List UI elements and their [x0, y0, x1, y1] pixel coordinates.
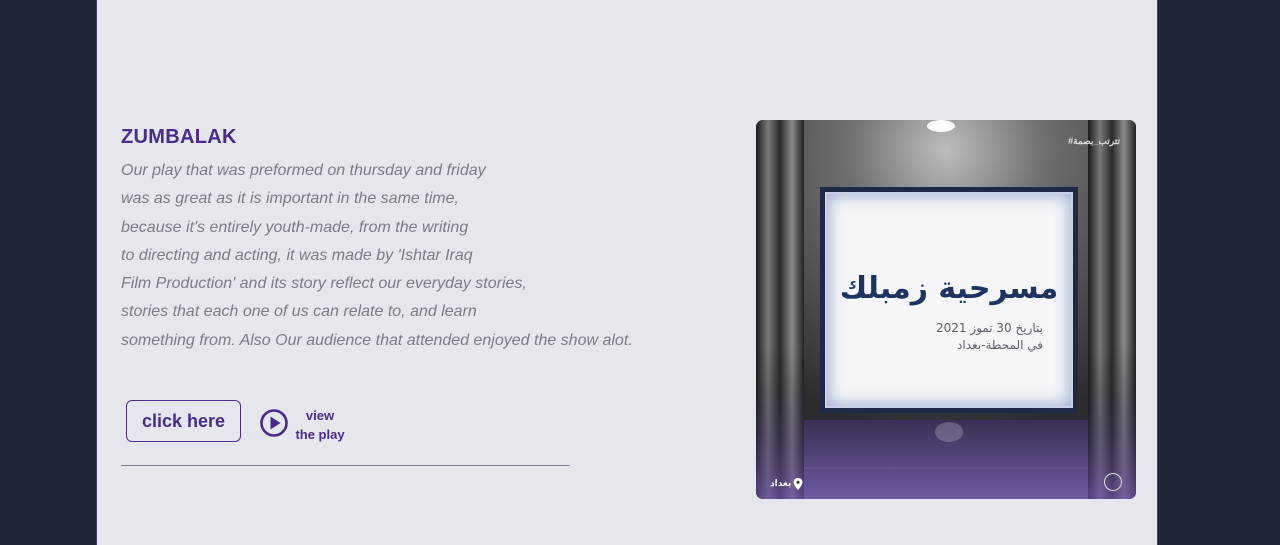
- divider-line: [121, 465, 570, 466]
- description-line: something from. Also Our audience that a…: [121, 331, 633, 349]
- producer-logo-icon: [1104, 473, 1122, 491]
- description-line: because it's entirely youth-made, from t…: [121, 218, 469, 236]
- poster-place: في المحطة-بغداد: [957, 338, 1043, 352]
- description-line: was as great as it is important in the s…: [121, 190, 459, 208]
- click-here-button[interactable]: click here: [126, 400, 241, 442]
- description-line: Film Production' and its story reflect o…: [121, 275, 527, 293]
- description-line: stories that each one of us can relate t…: [121, 303, 477, 321]
- poster-title: مسرحية زمبلك: [839, 271, 1059, 306]
- poster-location: بغداد: [770, 478, 803, 490]
- view-play-link[interactable]: view the play: [291, 406, 349, 444]
- view-play-line1: view: [305, 408, 335, 423]
- poster-frame: مسرحية زمبلك بتاريخ 30 تموز 2021 في المح…: [820, 187, 1078, 413]
- post-description: Our play that was preformed on thursday …: [121, 157, 681, 355]
- view-play-line2: the play: [295, 427, 345, 442]
- description-line: to directing and acting, it was made by …: [121, 246, 473, 264]
- poster-date: بتاريخ 30 تموز 2021: [935, 321, 1043, 335]
- description-line: Our play that was preformed on thursday …: [121, 162, 486, 179]
- post-title: ZUMBALAK: [121, 126, 237, 148]
- poster-hashtag: #تترتب_بصمة: [1068, 136, 1120, 146]
- poster-details: بتاريخ 30 تموز 2021 في المحطة-بغداد: [936, 320, 1043, 354]
- play-poster-image: #تترتب_بصمة مسرحية زمبلك بتاريخ 30 تموز …: [756, 120, 1136, 499]
- location-pin-icon: [793, 478, 803, 490]
- poster-location-text: بغداد: [770, 479, 792, 489]
- play-circle-icon[interactable]: [259, 408, 289, 438]
